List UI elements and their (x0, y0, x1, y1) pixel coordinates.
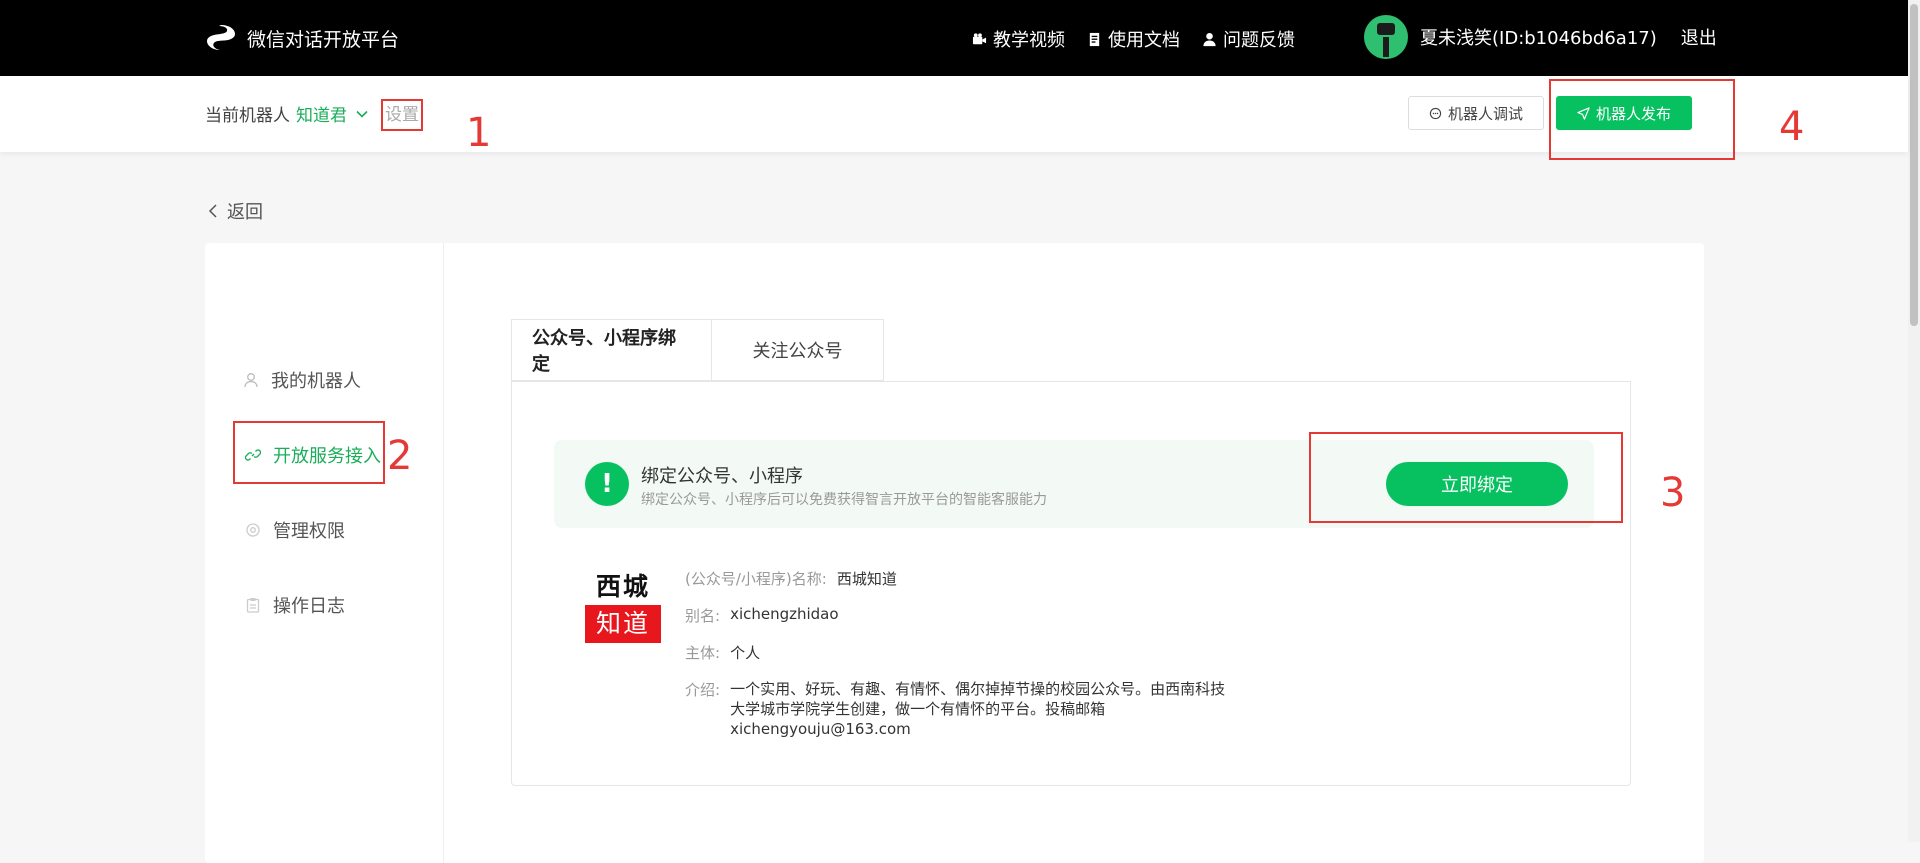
back-link[interactable]: 返回 (207, 198, 263, 224)
brand-name: 微信对话开放平台 (247, 28, 400, 51)
account-owner-row: 主体: 个人 (685, 642, 760, 663)
avatar[interactable] (1364, 15, 1408, 59)
wechat-dialog-logo-icon (207, 25, 235, 50)
account-logo: 西城 知道 (585, 569, 661, 643)
gear-icon (246, 523, 260, 537)
nav-feedback[interactable]: 问题反馈 (1202, 26, 1295, 52)
account-name: 西城知道 (836, 570, 897, 588)
sidebar-item-label: 管理权限 (273, 521, 345, 542)
tab-bind-account[interactable]: 公众号、小程序绑定 (511, 319, 711, 381)
account-intro-row: 介绍: 一个实用、好玩、有趣、有情怀、偶尔掉掉节操的校园公众号。由西南科技大学城… (685, 679, 1230, 739)
chevron-left-icon (208, 204, 217, 218)
nav-label: 教学视频 (993, 30, 1065, 51)
logout-link[interactable]: 退出 (1681, 24, 1717, 50)
current-robot-label: 当前机器人 (205, 106, 290, 126)
chevron-down-icon[interactable] (355, 107, 369, 121)
sidebar-item-my-robots[interactable]: 我的机器人 (243, 367, 361, 393)
banner-subtitle: 绑定公众号、小程序后可以免费获得智言开放平台的智能客服能力 (641, 492, 1047, 508)
robot-debug-button[interactable]: 机器人调试 (1408, 96, 1544, 130)
sidebar-item-operation-log[interactable]: 操作日志 (245, 592, 345, 618)
settings-link[interactable]: 设置 (381, 99, 423, 131)
top-nav: 教学视频 使用文档 问题反馈 (972, 26, 1295, 52)
account-logo-top-text: 西城 (595, 572, 650, 601)
tab-bar: 公众号、小程序绑定 关注公众号 (511, 319, 884, 381)
account-alias-row: 别名: xichengzhidao (685, 605, 839, 626)
annotation-box-3 (1309, 432, 1623, 523)
user-menu[interactable]: 夏未浅笑(ID:b1046bd6a17) 退出 (1364, 15, 1717, 59)
account-intro: 一个实用、好玩、有趣、有情怀、偶尔掉掉节操的校园公众号。由西南科技大学城市学院学… (730, 680, 1226, 738)
nav-label: 使用文档 (1108, 30, 1180, 51)
user-icon (244, 373, 258, 388)
account-owner-label: 主体: (685, 644, 721, 662)
nav-label: 问题反馈 (1223, 30, 1295, 51)
exclamation-icon: ! (585, 462, 629, 506)
account-logo-bottom-text: 知道 (585, 605, 661, 643)
banner-title: 绑定公众号、小程序 (641, 466, 803, 487)
account-owner: 个人 (730, 644, 761, 662)
user-icon (1203, 32, 1216, 46)
annotation-number-4: 4 (1779, 104, 1805, 150)
sidebar-item-label: 我的机器人 (271, 371, 361, 392)
video-camera-icon (972, 32, 987, 44)
top-navbar: 微信对话开放平台 教学视频 使用文档 问题反馈 夏未浅笑(ID:b1046bd6… (0, 0, 1908, 76)
current-robot[interactable]: 当前机器人 知道君 (205, 101, 369, 126)
annotation-box-4 (1549, 79, 1735, 160)
nav-tutorial-videos[interactable]: 教学视频 (972, 26, 1065, 52)
annotation-number-2: 2 (387, 433, 413, 479)
account-alias-label: 别名: (685, 607, 721, 625)
sidebar-item-permissions[interactable]: 管理权限 (245, 517, 345, 543)
account-intro-label: 介绍: (685, 681, 721, 699)
clipboard-icon (246, 598, 260, 613)
annotation-number-1: 1 (466, 110, 492, 156)
tab-follow-account[interactable]: 关注公众号 (711, 319, 884, 381)
chat-bubble-icon (1429, 107, 1442, 119)
nav-documentation[interactable]: 使用文档 (1087, 26, 1180, 52)
scrollbar-thumb[interactable] (1910, 4, 1918, 326)
user-name: 夏未浅笑(ID:b1046bd6a17) (1420, 28, 1657, 49)
account-name-row: (公众号/小程序)名称: 西城知道 (685, 568, 897, 589)
back-label: 返回 (227, 202, 263, 223)
sidebar: 我的机器人 开放服务接入 管理权限 操作日志 (205, 243, 444, 863)
scrollbar[interactable] (1908, 0, 1920, 842)
sidebar-item-label: 操作日志 (273, 596, 345, 617)
brand[interactable]: 微信对话开放平台 (205, 23, 399, 53)
annotation-box-2 (233, 421, 385, 484)
account-alias: xichengzhidao (730, 605, 839, 623)
account-name-label: (公众号/小程序)名称: (685, 570, 827, 588)
annotation-number-3: 3 (1660, 470, 1686, 516)
robot-debug-label: 机器人调试 (1447, 104, 1523, 123)
document-icon (1089, 32, 1100, 46)
current-robot-name[interactable]: 知道君 (296, 101, 347, 126)
